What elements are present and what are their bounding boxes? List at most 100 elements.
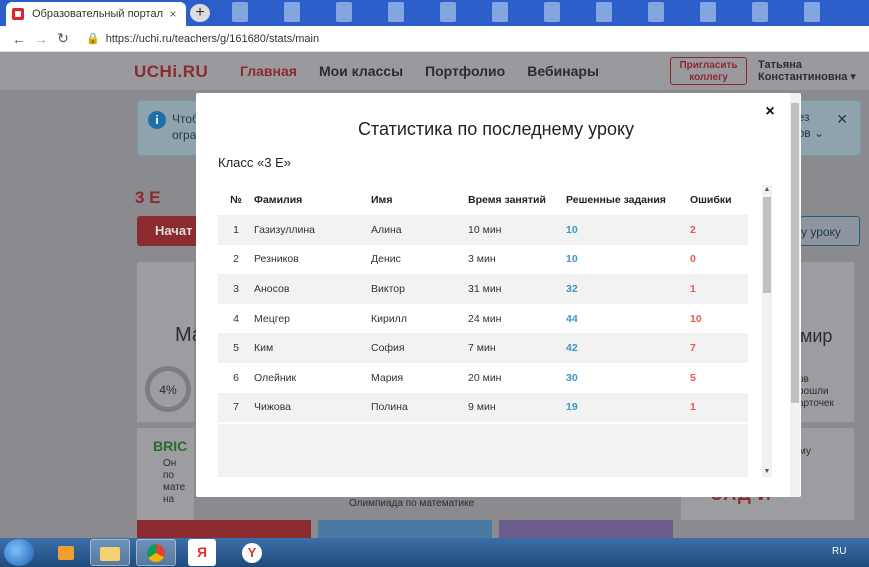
cell-time: 20 мин <box>468 371 502 384</box>
table-row: 7 Чижова Полина 9 мин 19 1 <box>218 392 748 423</box>
scroll-thumb[interactable] <box>763 197 771 293</box>
cell-first-name: Виктор <box>371 282 405 295</box>
browser-tab[interactable]: Образовательный портал на ба × <box>6 2 186 26</box>
cell-time: 31 мин <box>468 282 502 295</box>
desktop-file-icon <box>700 2 716 22</box>
cell-number: 3 <box>233 282 239 295</box>
table-row: 2 Резников Денис 3 мин 10 0 <box>218 245 748 275</box>
desktop-file-icon <box>492 2 508 22</box>
main-menu: Главная Мои классы Портфолио Вебинары <box>240 63 599 79</box>
bric-logo: BRIC <box>153 438 188 454</box>
desktop-file-icon <box>596 2 612 22</box>
table-scrollbar[interactable]: ▲ ▼ <box>762 185 772 477</box>
menu-item-home[interactable]: Главная <box>240 63 297 79</box>
address-bar: ← → ↻ 🔒 https://uchi.ru/teachers/g/16168… <box>0 26 869 52</box>
invite-colleague-button[interactable]: Пригласить коллегу <box>670 57 747 85</box>
new-tab-button[interactable]: + <box>190 4 210 22</box>
cell-first-name: Кирилл <box>371 312 407 325</box>
cell-first-name: Полина <box>371 401 408 414</box>
yandex-icon[interactable]: Я <box>188 539 216 566</box>
cell-errors: 5 <box>690 371 696 384</box>
user-menu[interactable]: Татьяна Константиновна ▾ <box>758 59 856 83</box>
desktop-file-icon <box>440 2 456 22</box>
modal-scroll-thumb[interactable] <box>791 103 799 403</box>
cell-errors: 2 <box>690 223 696 236</box>
desktop-file-icon <box>648 2 664 22</box>
modal-class-label: Класс «3 Е» <box>218 155 291 170</box>
table-row-partial <box>218 424 748 477</box>
language-indicator[interactable]: RU <box>832 546 846 557</box>
file-explorer-icon[interactable] <box>90 539 130 566</box>
cell-tasks: 10 <box>566 223 578 236</box>
bric-subtitle: Он по мате на <box>163 458 186 505</box>
card-strip-blue[interactable] <box>318 520 492 538</box>
cell-tasks: 10 <box>566 253 578 266</box>
url-field[interactable]: https://uchi.ru/teachers/g/161680/stats/… <box>106 33 319 45</box>
cell-time: 9 мин <box>468 401 496 414</box>
reload-icon[interactable]: ↻ <box>52 30 74 47</box>
card-strip-purple[interactable] <box>499 520 673 538</box>
site-logo[interactable]: UCHi.RU <box>134 62 208 82</box>
col-tasks: Решенные задания <box>566 194 666 206</box>
banner-close-icon[interactable]: ✕ <box>836 111 848 128</box>
menu-item-my-classes[interactable]: Мои классы <box>319 63 403 79</box>
start-button-icon[interactable] <box>4 539 34 566</box>
scroll-down-icon[interactable]: ▼ <box>762 467 772 477</box>
site-header: UCHi.RU Главная Мои классы Портфолио Веб… <box>0 52 869 90</box>
browser-tabstrip: Образовательный портал на ба × + <box>0 0 869 26</box>
cell-errors: 0 <box>690 253 696 266</box>
cell-tasks: 44 <box>566 312 578 325</box>
cell-number: 6 <box>233 371 239 384</box>
tab-close-icon[interactable]: × <box>166 7 180 21</box>
desktop-file-icon <box>388 2 404 22</box>
stats-modal: Статистика по последнему уроку × Класс «… <box>196 93 801 497</box>
cell-first-name: Денис <box>371 253 401 266</box>
card-title: мир <box>800 326 833 346</box>
subject-card-math[interactable]: Ма 4% <box>137 262 203 422</box>
modal-title: Статистика по последнему уроку <box>357 119 635 139</box>
menu-item-webinars[interactable]: Вебинары <box>527 63 599 79</box>
cell-errors: 7 <box>690 342 696 355</box>
col-first-name: Имя <box>371 194 393 206</box>
card-strip-red[interactable] <box>137 520 311 538</box>
desktop-file-icon <box>752 2 768 22</box>
background-desktop-icons <box>232 2 820 24</box>
lesson-button[interactable]: у уроку <box>800 216 860 246</box>
col-number: № <box>230 194 242 206</box>
col-errors: Ошибки <box>690 194 732 206</box>
scroll-up-icon[interactable]: ▲ <box>762 185 772 195</box>
table-row: 3 Аносов Виктор 31 мин 32 1 <box>218 274 748 304</box>
menu-item-portfolio[interactable]: Портфолио <box>425 63 505 79</box>
info-right-text: ез ов ⌄ <box>797 110 824 140</box>
media-player-icon[interactable] <box>46 539 86 566</box>
cell-first-name: Алина <box>371 223 402 236</box>
modal-close-icon[interactable]: × <box>762 103 778 121</box>
yandex-browser-icon[interactable]: Y <box>232 539 272 566</box>
cell-last-name: Ким <box>254 342 274 355</box>
site-favicon-icon <box>12 8 24 20</box>
forward-arrow-icon[interactable]: → <box>30 31 52 47</box>
desktop-file-icon <box>336 2 352 22</box>
cell-last-name: Резников <box>254 253 299 266</box>
cell-last-name: Аносов <box>254 282 290 295</box>
bric-card[interactable]: BRIC Он по мате на <box>137 428 194 520</box>
stats-table: № Фамилия Имя Время занятий Решенные зад… <box>218 185 748 477</box>
desktop-file-icon <box>232 2 248 22</box>
chrome-icon[interactable] <box>136 539 176 566</box>
cell-number: 7 <box>233 401 239 414</box>
invite-label-line1: Пригласить <box>679 60 738 71</box>
cell-time: 10 мин <box>468 223 502 236</box>
cell-tasks: 32 <box>566 282 578 295</box>
table-header: № Фамилия Имя Время занятий Решенные зад… <box>218 185 748 215</box>
table-row: 6 Олейник Мария 20 мин 30 5 <box>218 363 748 393</box>
progress-ring: 4% <box>145 366 191 412</box>
olympiad-label: Олимпиада по математике <box>349 498 475 509</box>
back-arrow-icon[interactable]: ← <box>8 31 30 47</box>
cell-last-name: Газизуллина <box>254 223 315 236</box>
cell-first-name: София <box>371 342 405 355</box>
invite-label-line2: коллегу <box>689 72 728 83</box>
cell-number: 5 <box>233 342 239 355</box>
modal-scrollbar[interactable] <box>790 93 800 497</box>
cell-errors: 1 <box>690 282 696 295</box>
lock-icon[interactable]: 🔒 <box>86 32 100 45</box>
